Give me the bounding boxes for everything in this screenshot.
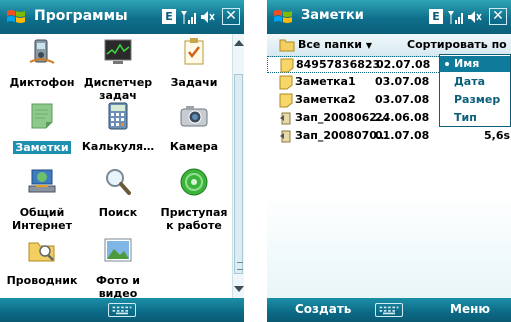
keyboard-icon[interactable] [375,303,403,317]
signal-icon[interactable] [447,9,465,25]
item-size: 5,6s [484,129,511,142]
app-camera[interactable]: Камера [156,100,232,153]
sort-by-label: Сортировать по [407,38,507,51]
app-label: Задачи [170,76,218,89]
app-photos-videos[interactable]: Фото и видео [80,234,156,300]
app-search[interactable]: Поиск [80,166,156,219]
app-internet-sharing[interactable]: Общий Интернет [4,166,80,232]
note-icon [280,58,294,73]
app-tasks[interactable]: Задачи [156,36,232,89]
sort-option-date[interactable]: Дата [440,74,510,90]
start-menu-icon[interactable] [272,7,294,27]
app-file-explorer[interactable]: Проводник [4,234,80,287]
scroll-down-arrow[interactable] [234,286,244,292]
volume-icon[interactable] [467,9,483,25]
item-date: 24.06.08 [375,111,430,124]
note-icon [279,93,293,108]
calculator-icon [108,102,128,130]
item-date: 03.07.08 [375,75,430,88]
item-name: Зап_2008070… [295,129,388,142]
item-name: 84957836823 [296,58,381,71]
item-date: 02.07.08 [376,58,431,71]
search-icon [106,169,131,195]
app-label: Приступая к работе [160,206,228,232]
grip-icon [237,262,243,270]
app-label: Калькуля… [81,140,155,153]
app-dictaphone[interactable]: Диктофон [4,36,80,89]
app-getting-started[interactable]: Приступая к работе [156,166,232,232]
softkey-bar: Создать Меню [267,298,511,322]
vertical-scrollbar[interactable] [232,34,244,298]
app-label: Заметки [13,141,71,154]
app-label: Поиск [98,206,138,219]
note-icon [279,75,293,90]
network-type-badge: E [162,9,176,24]
photos-videos-icon [104,238,132,262]
sort-option-type[interactable]: Тип [440,110,510,126]
getting-started-icon [180,168,208,196]
app-label: Диктофон [9,76,75,89]
scroll-up-arrow[interactable] [234,40,244,46]
softkey-bar [0,298,244,322]
volume-icon[interactable] [200,9,216,25]
selected-dot-icon [445,62,449,66]
network-type-badge: E [429,9,443,24]
close-button[interactable]: ✕ [489,8,507,25]
programs-screen: Программы E ✕ Диктофон Диспетчер задач З… [0,0,244,322]
close-button[interactable]: ✕ [222,8,240,25]
notes-list-area: Все папки ▼ Сортировать по ▼ 84957836823… [267,34,511,298]
voice-note-icon [280,112,291,125]
task-manager-icon [104,39,132,64]
keyboard-icon[interactable] [108,303,136,317]
create-softkey[interactable]: Создать [295,302,351,316]
app-label: Общий Интернет [12,206,72,232]
folder-filter-label: Все папки [298,38,362,51]
app-calculator[interactable]: Калькуля… [80,100,156,153]
item-name: Зап_2008062… [295,111,388,124]
sort-menu: Имя Дата Размер Тип [439,54,511,127]
app-label: Фото и видео [96,274,140,300]
app-label: Диспетчер задач [83,76,153,102]
scroll-thumb[interactable] [234,74,243,274]
app-task-manager[interactable]: Диспетчер задач [80,36,156,102]
internet-sharing-icon [28,169,56,193]
app-label: Камера [169,140,219,153]
voice-note-icon [280,130,291,143]
sort-by-dropdown[interactable]: Сортировать по ▼ [407,38,511,51]
start-menu-icon[interactable] [5,7,27,27]
file-explorer-icon [28,242,55,262]
window-title: Заметки [301,8,364,23]
title-bar: Заметки E ✕ [267,0,511,34]
notes-icon [31,103,53,129]
sort-option-size[interactable]: Размер [440,92,510,108]
tasks-icon [184,38,204,65]
notes-screen: Заметки E ✕ Все папки ▼ Сортировать по ▼ [267,0,511,322]
item-name: Заметка2 [295,93,356,106]
signal-icon[interactable] [180,9,198,25]
program-grid: Диктофон Диспетчер задач Задачи Заметки … [0,34,232,300]
sort-option-name[interactable]: Имя [440,56,510,72]
item-date: 01.07.08 [375,129,430,142]
folder-filter-dropdown[interactable]: Все папки ▼ [298,38,372,51]
window-title: Программы [34,8,128,24]
app-label: Проводник [6,274,78,287]
item-date: 03.07.08 [375,93,430,106]
menu-softkey[interactable]: Меню [450,302,490,316]
app-notes[interactable]: Заметки [4,100,80,155]
chevron-down-icon: ▼ [365,41,372,50]
item-name: Заметка1 [295,75,356,88]
dictaphone-icon [29,39,55,64]
folder-icon [279,39,295,52]
title-bar: Программы E ✕ [0,0,244,34]
camera-icon [180,106,208,127]
list-item[interactable]: Зап_2008070… 01.07.08 5,6s [267,128,511,145]
